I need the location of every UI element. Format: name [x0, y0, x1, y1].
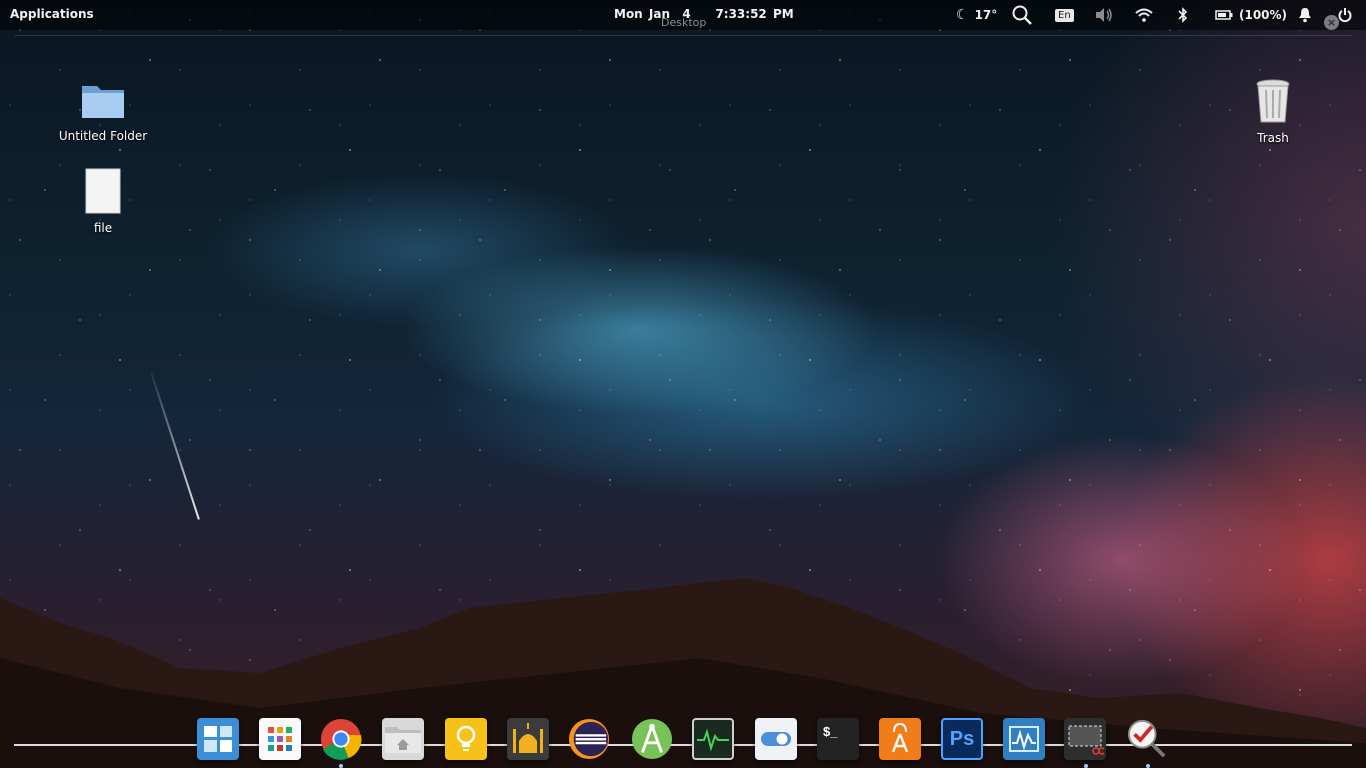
moon-icon: ☾: [956, 7, 969, 23]
dock-item-search-tool[interactable]: [1126, 718, 1168, 760]
dock-item-system-monitor[interactable]: [692, 718, 734, 760]
search-icon[interactable]: [1011, 5, 1033, 25]
terminal-icon: $_: [823, 724, 838, 739]
notifications-icon[interactable]: [1298, 5, 1312, 25]
folder-icon: [82, 86, 124, 118]
volume-icon[interactable]: [1094, 5, 1114, 25]
dock-item-ideas[interactable]: [445, 718, 487, 760]
desktop-icon-untitled-folder[interactable]: Untitled Folder: [58, 80, 148, 143]
dock-item-android-studio[interactable]: [631, 718, 673, 760]
workspace-label: Desktop: [661, 16, 707, 29]
dock-item-photoshop[interactable]: Ps: [941, 718, 983, 760]
weather-temp: 17°: [974, 8, 998, 22]
chrome-icon: [320, 718, 362, 760]
magnifier-check-icon: [1127, 719, 1166, 758]
bluetooth-icon[interactable]: [1178, 5, 1188, 25]
app-grid-icon: [268, 727, 292, 751]
system-monitor-icon: [697, 728, 729, 752]
eclipse-icon: [568, 718, 610, 760]
desktop-icon-label: Trash: [1257, 131, 1289, 145]
desktop-icon-label: file: [93, 221, 113, 235]
toggle-icon: [761, 732, 791, 746]
battery-icon: [1215, 10, 1233, 20]
dock-item-terminal[interactable]: $_: [817, 718, 859, 760]
mosque-icon: [513, 723, 543, 753]
desktop-icon-file[interactable]: file: [58, 168, 148, 235]
dock-item-monitor-app[interactable]: [1003, 718, 1045, 760]
battery-indicator[interactable]: (100%): [1215, 5, 1287, 25]
dock-item-app-grid[interactable]: [259, 718, 301, 760]
wallpaper-meteor: [150, 371, 200, 520]
weather-indicator[interactable]: ☾ 17°: [956, 5, 997, 25]
running-indicator: [1146, 764, 1150, 768]
dock-item-switchboard[interactable]: [755, 718, 797, 760]
dock-item-appcenter[interactable]: [879, 718, 921, 760]
dock-item-multitasking-view[interactable]: [197, 718, 239, 760]
battery-percent: (100%): [1239, 8, 1288, 22]
keyboard-layout-indicator[interactable]: En: [1055, 5, 1074, 25]
desktop-icon-label: Untitled Folder: [58, 129, 148, 143]
running-indicator: [1084, 764, 1088, 768]
waveform-icon: [1009, 726, 1039, 752]
running-indicator: [339, 764, 343, 768]
wifi-icon[interactable]: [1135, 5, 1153, 25]
keyboard-layout-label: En: [1055, 8, 1074, 22]
shopping-bag-icon: [891, 722, 909, 753]
dock-item-screenshot[interactable]: [1064, 718, 1106, 760]
photoshop-icon: Ps: [949, 727, 975, 750]
applications-menu[interactable]: Applications: [10, 7, 94, 21]
workspace-frame: [14, 35, 1352, 36]
dock-item-mosque-app[interactable]: [507, 718, 549, 760]
android-studio-icon: [631, 718, 673, 760]
dock-item-google-chrome[interactable]: [320, 718, 362, 760]
lightbulb-icon: [456, 725, 476, 751]
screenshot-icon: [1068, 725, 1104, 755]
windows-grid-icon: [204, 726, 232, 752]
dock-item-files[interactable]: [382, 718, 424, 760]
home-folder-icon: [385, 727, 421, 753]
trash-icon: [1256, 79, 1290, 123]
power-icon[interactable]: [1338, 5, 1352, 25]
dock-item-eclipse[interactable]: [568, 718, 610, 760]
desktop-icon-trash[interactable]: Trash: [1228, 78, 1318, 145]
file-icon: [85, 168, 121, 214]
close-icon[interactable]: ×: [1324, 15, 1339, 30]
